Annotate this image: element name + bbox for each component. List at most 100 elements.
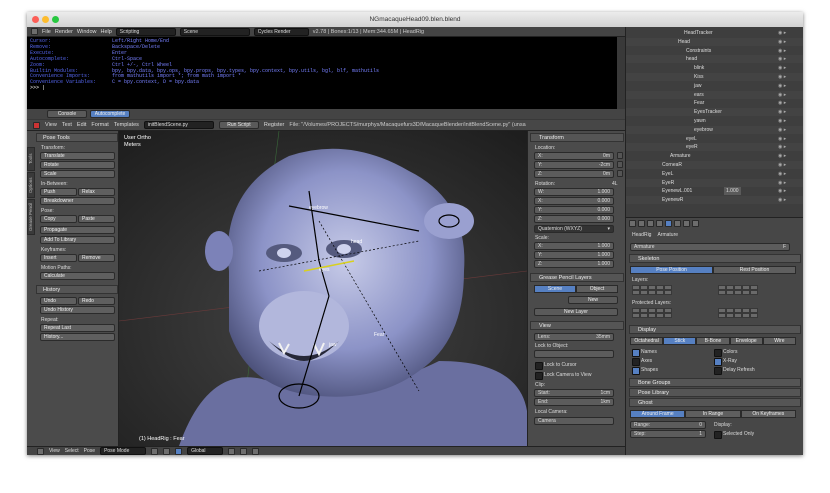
menu-help[interactable]: Help	[100, 29, 111, 35]
visibility-icon[interactable]: ◉ ▸	[778, 99, 786, 107]
insert-keyframe-button[interactable]: Insert	[40, 254, 77, 262]
view-panel-header[interactable]: View	[530, 321, 624, 330]
outliner-row[interactable]: Constraints ◉ ▸	[626, 47, 803, 55]
visibility-icon[interactable]: ◉ ▸	[778, 170, 786, 178]
menu-pose[interactable]: Pose	[84, 448, 95, 454]
visibility-icon[interactable]: ◉ ▸	[778, 29, 786, 37]
shapes-checkbox[interactable]: Shapes	[632, 366, 658, 375]
selected-only-checkbox[interactable]: Selected Only	[714, 430, 754, 439]
armature-datablock-field[interactable]: Armature F	[630, 243, 790, 251]
render-icon[interactable]	[252, 447, 260, 455]
outliner-row[interactable]: yawn ◉ ▸	[626, 117, 803, 125]
remove-keyframe-button[interactable]: Remove	[78, 254, 115, 262]
stick-button[interactable]: Stick	[663, 337, 697, 345]
outliner-item-label[interactable]: EyenewR	[662, 196, 683, 204]
mode-selector[interactable]: Pose Mode	[100, 447, 147, 455]
visibility-icon[interactable]: ◉ ▸	[778, 161, 786, 169]
bbone-button[interactable]: B-Bone	[696, 337, 730, 345]
visibility-icon[interactable]: ◉ ▸	[778, 143, 786, 151]
visibility-icon[interactable]: ◉ ▸	[778, 64, 786, 72]
rotation-lock-4l[interactable]: 4L	[612, 181, 618, 187]
visibility-icon[interactable]: ◉ ▸	[778, 187, 786, 195]
outliner-item-label[interactable]: head	[686, 55, 697, 63]
snap-icon[interactable]	[240, 447, 248, 455]
outliner-row[interactable]: ears ◉ ▸	[626, 90, 803, 99]
autocomplete-button[interactable]: Autocomplete	[90, 110, 130, 118]
manipulator-icon[interactable]	[175, 447, 183, 455]
outliner-item-label[interactable]: Constraints	[686, 47, 711, 55]
outliner-item-label[interactable]: Armature	[670, 152, 691, 160]
history-button[interactable]: History...	[40, 333, 115, 341]
console-prompt[interactable]: >>> |	[30, 85, 614, 92]
outliner-row[interactable]: Head ◉ ▸	[626, 37, 803, 46]
world-tab-icon[interactable]	[647, 220, 654, 227]
visibility-icon[interactable]: ◉ ▸	[778, 38, 786, 46]
menu-text[interactable]: Text	[62, 122, 72, 128]
armature-layers-grid[interactable]	[632, 285, 672, 295]
pose-position-button[interactable]: Pose Position	[630, 266, 713, 274]
outliner-item-label[interactable]: EyesTracker	[694, 108, 722, 116]
layer-toggle[interactable]	[640, 290, 648, 295]
outliner-row[interactable]: Armature ◉ ▸	[626, 152, 803, 160]
outliner-row[interactable]: EyesTracker ◉ ▸	[626, 108, 803, 117]
paste-pose-button[interactable]: Paste	[78, 215, 115, 223]
layer-toggle[interactable]	[750, 290, 758, 295]
shading-icon[interactable]	[151, 447, 159, 455]
layer-toggle[interactable]	[734, 313, 742, 318]
rotation-z-field[interactable]: Z: 0.000	[534, 215, 614, 223]
rotate-button[interactable]: Rotate	[40, 161, 115, 169]
visibility-icon[interactable]: ◉ ▸	[778, 196, 786, 204]
relax-button[interactable]: Relax	[78, 188, 115, 196]
protected-layers-grid-right[interactable]	[718, 308, 758, 318]
clip-start-field[interactable]: Start: 1cm	[534, 389, 614, 397]
visibility-icon[interactable]: ◉ ▸	[778, 152, 786, 160]
layer-toggle[interactable]	[632, 290, 640, 295]
outliner-item-label[interactable]: HeadTracker	[684, 29, 713, 37]
breadcrumb-armature[interactable]: Armature	[657, 232, 678, 238]
layer-toggle[interactable]	[718, 290, 726, 295]
editor-type-icon[interactable]	[33, 121, 40, 129]
visibility-icon[interactable]: ◉ ▸	[778, 126, 786, 134]
layer-toggle[interactable]	[726, 313, 734, 318]
material-tab-icon[interactable]	[692, 220, 699, 227]
copy-pose-button[interactable]: Copy	[40, 215, 77, 223]
bone-constraints-tab-icon[interactable]	[683, 220, 690, 227]
delay-refresh-checkbox[interactable]: Delay Refresh	[714, 366, 755, 375]
outliner-row[interactable]: HeadTracker ◉ ▸	[626, 29, 803, 37]
layer-toggle[interactable]	[656, 290, 664, 295]
rotation-x-field[interactable]: X: 0.000	[534, 197, 614, 205]
menu-format[interactable]: Format	[91, 122, 108, 128]
menu-select[interactable]: Select	[65, 448, 79, 454]
outliner-item-label[interactable]: ears	[694, 91, 704, 99]
location-z-field[interactable]: Z: 0m	[534, 170, 614, 178]
layers-icon[interactable]	[228, 447, 236, 455]
text-file-selector[interactable]: initBlendScene.py	[143, 121, 214, 129]
outliner-row[interactable]: eyebrow ◉ ▸	[626, 125, 803, 134]
menu-view[interactable]: View	[49, 448, 60, 454]
pose-library-panel-header[interactable]: Pose Library	[629, 388, 801, 397]
breakdowner-button[interactable]: Breakdowner	[40, 197, 115, 205]
rest-position-button[interactable]: Rest Position	[713, 266, 796, 274]
layer-toggle[interactable]	[656, 313, 664, 318]
rotation-w-field[interactable]: W: 1.000	[534, 188, 614, 196]
redo-button[interactable]: Redo	[78, 297, 115, 305]
local-camera-field[interactable]: Camera	[534, 417, 614, 425]
ghost-range-field[interactable]: Range: 0	[630, 421, 706, 429]
outliner-item-label[interactable]: blink	[694, 64, 704, 72]
visibility-icon[interactable]: ◉ ▸	[778, 47, 786, 55]
outliner-item-label[interactable]: Head	[678, 38, 690, 46]
outliner-row[interactable]: EyeL ◉ ▸	[626, 170, 803, 178]
python-console[interactable]: Cursor: Left/Right Home/End Remove: Backspa…	[27, 37, 617, 109]
lock-icon[interactable]	[617, 161, 623, 168]
render-engine-selector[interactable]: Cycles Render	[253, 27, 309, 36]
lock-icon[interactable]	[617, 170, 623, 177]
axes-checkbox[interactable]: Axes	[632, 357, 652, 366]
outliner-row[interactable]: EyeR ◉ ▸	[626, 178, 803, 187]
tab-tools[interactable]: Tools	[27, 147, 35, 171]
scale-button[interactable]: Scale	[40, 170, 115, 178]
layer-toggle[interactable]	[648, 290, 656, 295]
colors-checkbox[interactable]: Colors	[714, 348, 737, 357]
layer-toggle[interactable]	[742, 290, 750, 295]
lock-camera-to-view-checkbox[interactable]: Lock Camera to View	[535, 371, 591, 380]
octahedral-button[interactable]: Octahedral	[630, 337, 664, 345]
